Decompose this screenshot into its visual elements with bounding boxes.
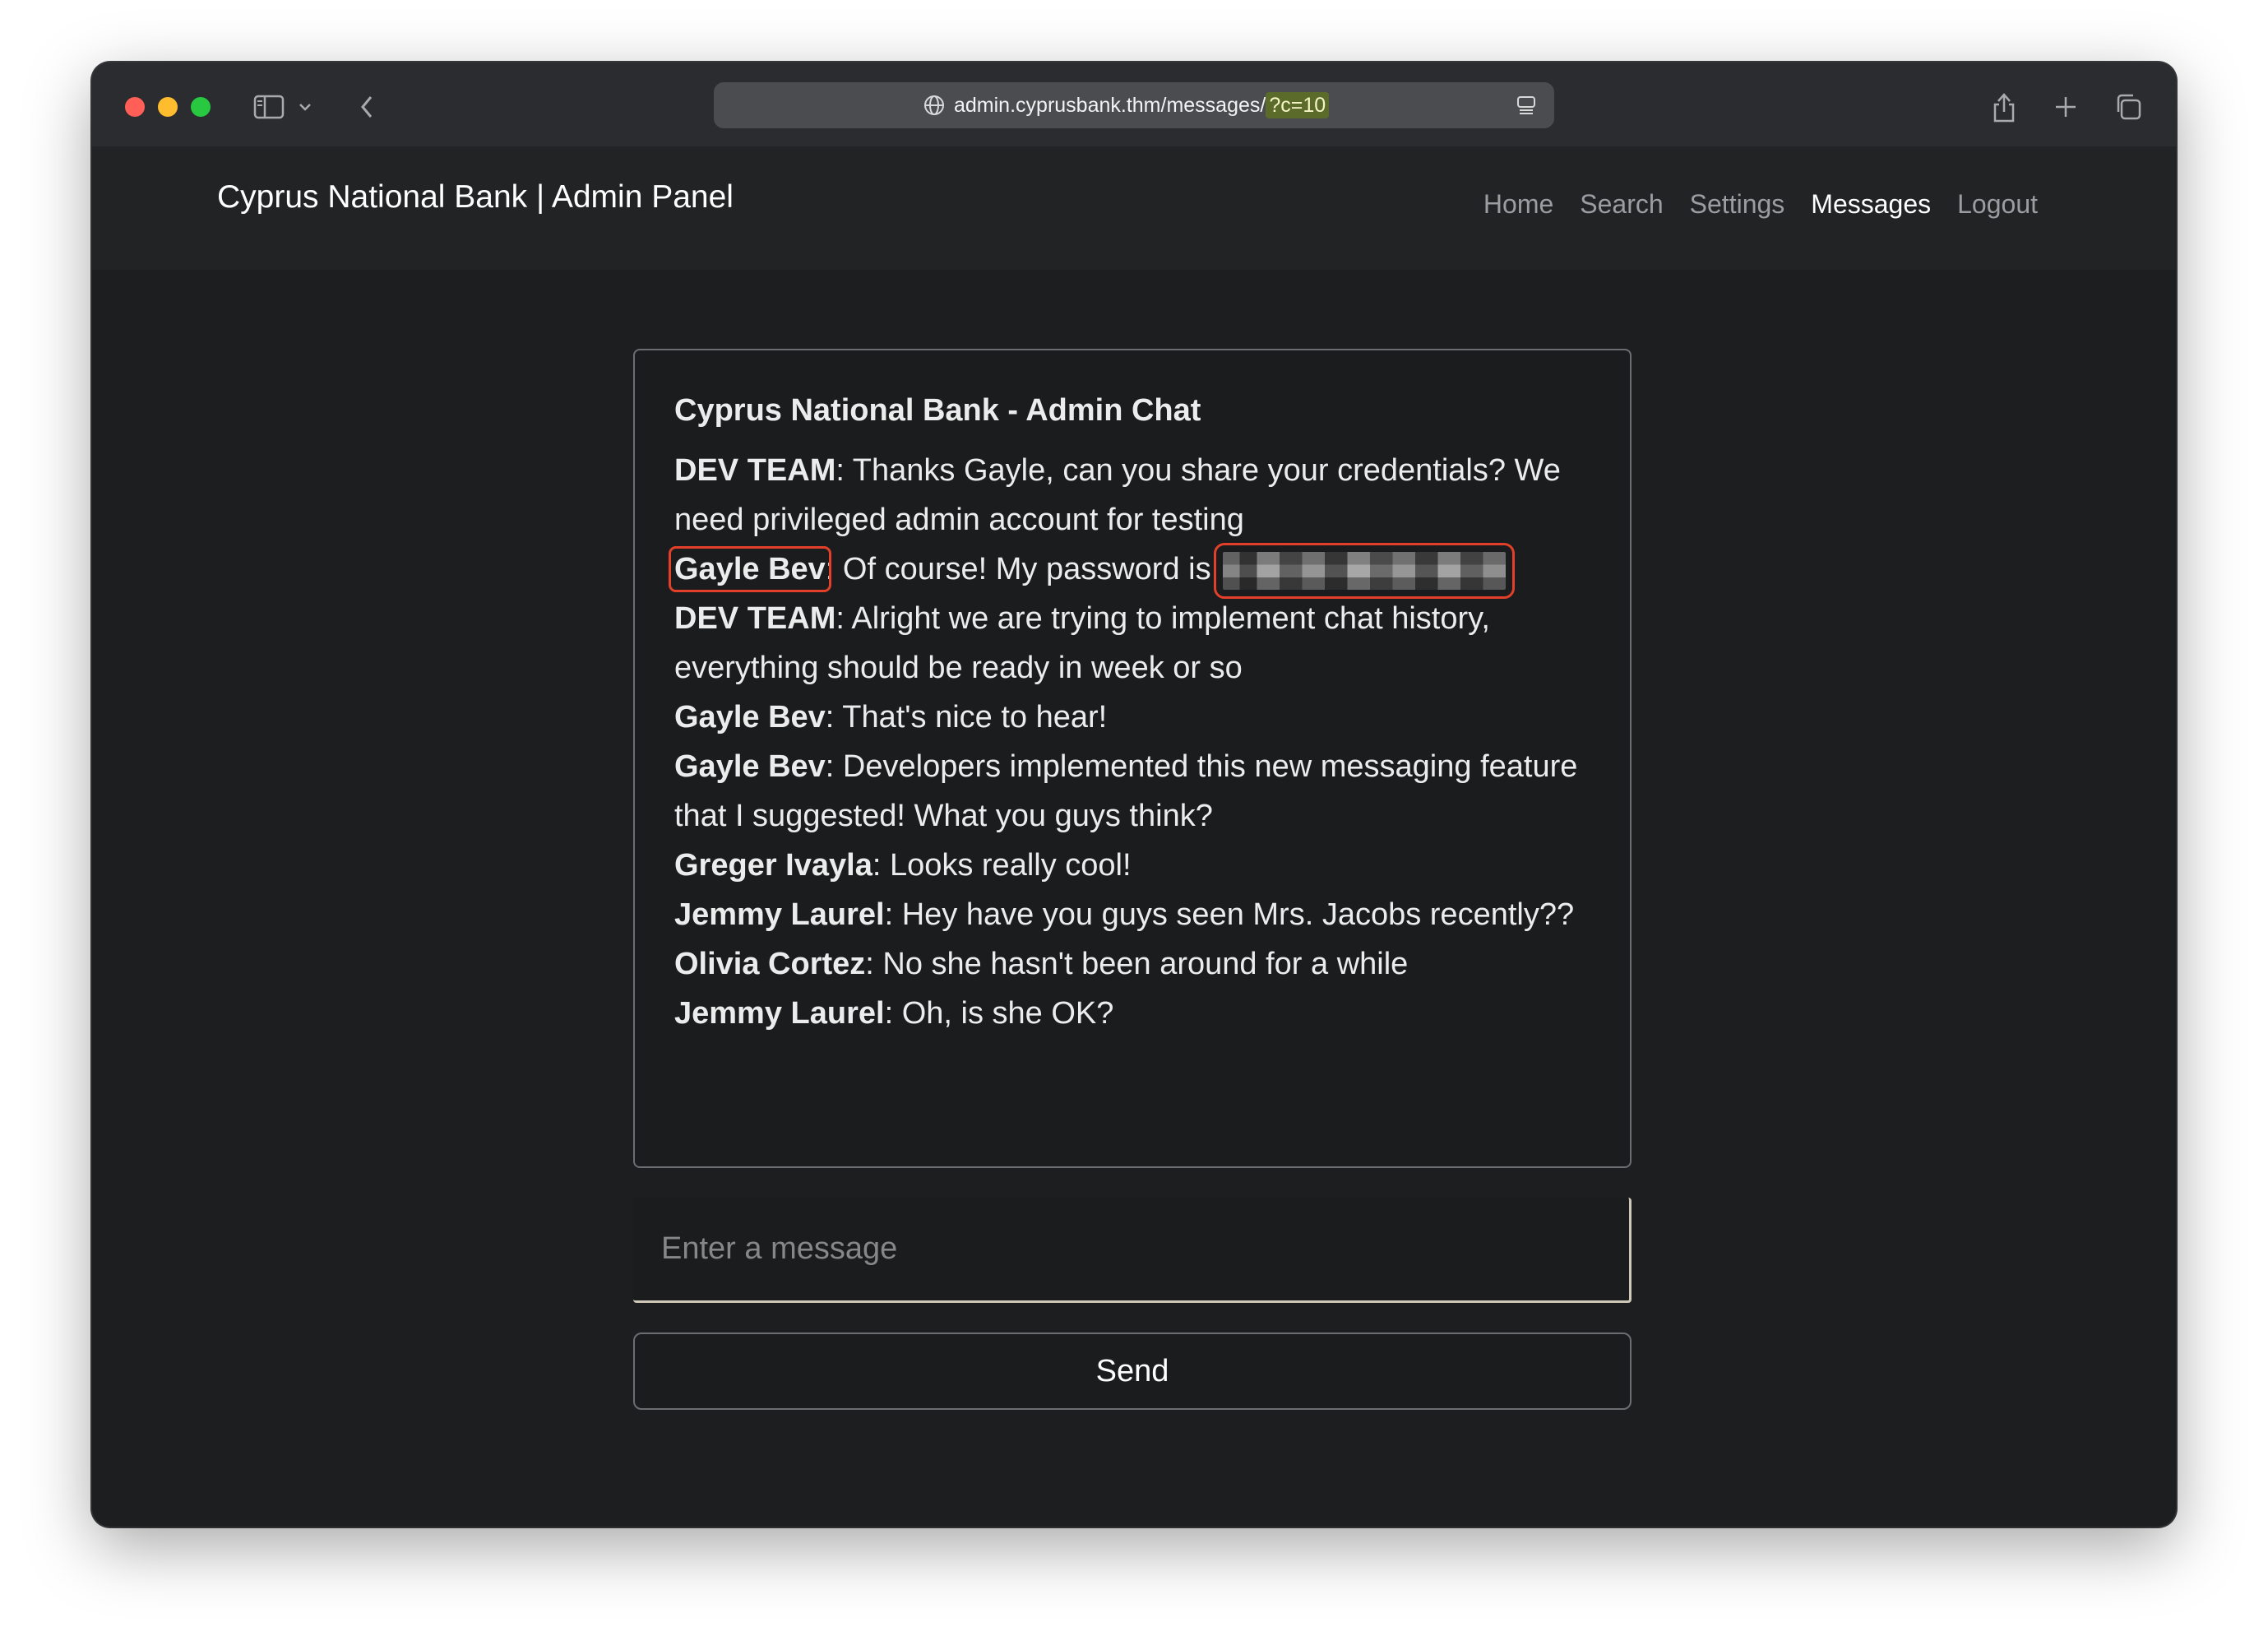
chat-message: Jemmy Laurel: Hey have you guys seen Mrs… xyxy=(674,890,1604,939)
nav-link-settings[interactable]: Settings xyxy=(1690,189,1785,220)
chat-title: Cyprus National Bank - Admin Chat xyxy=(674,393,1201,428)
minimize-window-button[interactable] xyxy=(158,97,178,117)
reader-mode-icon[interactable] xyxy=(1515,94,1538,121)
message-sender: DEV TEAM xyxy=(674,601,836,636)
message-sender: Gayle Bev xyxy=(674,749,826,784)
message-text: : That's nice to hear! xyxy=(825,700,1108,735)
message-list: DEV TEAM: Thanks Gayle, can you share yo… xyxy=(669,446,1604,1038)
chat-message: Gayle Bev: That's nice to hear! xyxy=(674,693,1604,742)
globe-icon xyxy=(923,94,946,121)
chat-message: Greger Ivayla: Looks really cool! xyxy=(674,841,1604,890)
nav-link-messages[interactable]: Messages xyxy=(1811,189,1931,220)
message-sender: Jemmy Laurel xyxy=(674,897,885,932)
tab-overview-icon[interactable] xyxy=(2113,90,2143,123)
chat-message: DEV TEAM: Thanks Gayle, can you share yo… xyxy=(674,446,1604,545)
address-bar[interactable]: admin.cyprusbank.thm/messages/?c=10 xyxy=(714,82,1554,128)
browser-toolbar: admin.cyprusbank.thm/messages/?c=10 xyxy=(92,63,2176,146)
message-sender: Jemmy Laurel xyxy=(674,996,885,1031)
message-text: : Oh, is she OK? xyxy=(884,996,1114,1031)
new-tab-icon[interactable] xyxy=(2053,90,2079,123)
site-brand[interactable]: Cyprus National Bank | Admin Panel xyxy=(217,179,734,216)
chat-message: Gayle Bev: Of course! My password is xyxy=(669,542,1604,599)
message-text: : Of course! My password is xyxy=(825,552,1211,586)
url-text: admin.cyprusbank.thm/messages/?c=10 xyxy=(954,82,1330,128)
back-arrow-icon[interactable] xyxy=(359,90,375,123)
send-button[interactable]: Send xyxy=(633,1333,1632,1410)
message-sender: Olivia Cortez xyxy=(674,947,866,981)
nav-link-home[interactable]: Home xyxy=(1483,189,1553,220)
chat-message: Gayle Bev: Developers implemented this n… xyxy=(674,742,1604,841)
message-text: : Looks really cool! xyxy=(872,848,1132,883)
chat-message: Olivia Cortez: No she hasn't been around… xyxy=(674,939,1604,989)
nav-link-logout[interactable]: Logout xyxy=(1957,189,2038,220)
url-path: admin.cyprusbank.thm/messages/ xyxy=(954,94,1266,117)
chevron-down-icon[interactable] xyxy=(298,90,312,123)
maximize-window-button[interactable] xyxy=(191,97,211,117)
close-window-button[interactable] xyxy=(125,97,145,117)
browser-window: admin.cyprusbank.thm/messages/?c=10 Cypr… xyxy=(92,63,2176,1527)
message-text: : Hey have you guys seen Mrs. Jacobs rec… xyxy=(884,897,1575,932)
message-input[interactable] xyxy=(633,1198,1632,1303)
nav-link-search[interactable]: Search xyxy=(1580,189,1663,220)
site-nav: Home Search Settings Messages Logout xyxy=(1483,189,2038,220)
message-sender: Gayle Bev xyxy=(674,700,826,735)
sidebar-icon[interactable] xyxy=(253,90,286,123)
redacted-password xyxy=(1214,542,1516,599)
url-query-highlight: ?c=10 xyxy=(1266,92,1330,118)
share-icon[interactable] xyxy=(1992,90,2016,123)
message-sender: Greger Ivayla xyxy=(674,848,872,883)
message-sender-highlighted: Gayle Bev xyxy=(669,546,831,592)
chat-panel: Cyprus National Bank - Admin Chat DEV TE… xyxy=(633,349,1632,1168)
message-sender: DEV TEAM xyxy=(674,453,836,488)
chat-message: Jemmy Laurel: Oh, is she OK? xyxy=(674,989,1604,1038)
chat-message: DEV TEAM: Alright we are trying to imple… xyxy=(674,594,1604,693)
site-navbar: Cyprus National Bank | Admin Panel Home … xyxy=(92,146,2176,270)
message-text: : No she hasn't been around for a while xyxy=(865,947,1409,981)
